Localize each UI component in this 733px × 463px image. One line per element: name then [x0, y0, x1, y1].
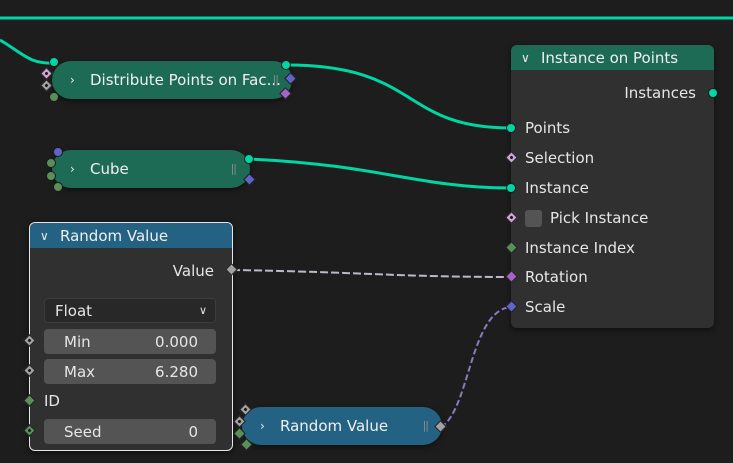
chevron-right-icon[interactable]: › [260, 419, 274, 433]
random-value-collapsed-title: Random Value [280, 417, 389, 435]
random-value-header[interactable]: ∨ Random Value [30, 223, 232, 248]
cube-title: Cube [90, 160, 129, 178]
instance-input-socket[interactable] [506, 183, 516, 193]
cube-vertices-x-input-socket[interactable] [46, 158, 56, 168]
instances-output-socket[interactable] [708, 88, 718, 98]
min-field[interactable]: Min 0.000 [44, 329, 216, 354]
input-instance-row: Instance [511, 176, 714, 200]
max-field[interactable]: Max 6.280 [44, 359, 216, 384]
min-label: Min [64, 332, 91, 351]
distribute-points-title: Distribute Points on Fac... [90, 71, 281, 89]
input-points-label: Points [525, 119, 571, 137]
link-group-input-to-distribute [0, 38, 55, 65]
output-instances-label: Instances [624, 84, 696, 102]
input-selection-label: Selection [525, 149, 595, 167]
distribute-seed-input-socket[interactable] [49, 92, 59, 102]
instance-on-points-title: Instance on Points [541, 48, 679, 67]
input-instance-index-row: Instance Index [511, 236, 714, 260]
points-input-socket[interactable] [506, 123, 516, 133]
distribute-points-output-socket[interactable] [281, 60, 291, 70]
chevron-down-icon[interactable]: ∨ [40, 229, 54, 243]
cube-node[interactable]: › Cube || [52, 150, 250, 188]
cube-size-input-socket[interactable] [53, 147, 63, 157]
seed-label: Seed [64, 422, 102, 441]
distribute-mesh-input-socket[interactable] [49, 57, 59, 67]
chevron-down-icon[interactable]: ∨ [521, 51, 535, 65]
grip-icon[interactable]: || [231, 162, 238, 175]
id-row: ID [30, 389, 232, 413]
distribute-points-node[interactable]: › Distribute Points on Fac... || [52, 61, 292, 99]
cube-vertices-y-input-socket[interactable] [46, 171, 56, 181]
random-value-node[interactable]: ∨ Random Value Value Float ∨ Min 0.000 M… [29, 222, 233, 451]
id-label: ID [44, 392, 60, 410]
random-value-title: Random Value [60, 226, 169, 245]
seed-value: 0 [188, 422, 198, 441]
random-value-output-row: Value [30, 259, 232, 283]
data-type-select[interactable]: Float ∨ [44, 298, 216, 323]
max-label: Max [64, 362, 96, 381]
cube-vertices-z-input-socket[interactable] [53, 182, 63, 192]
random-value-output-label: Value [172, 262, 214, 280]
cube-mesh-output-socket[interactable] [244, 154, 254, 164]
input-pick-instance-row: Pick Instance [511, 206, 714, 230]
input-rotation-row: Rotation [511, 265, 714, 289]
grip-icon[interactable]: || [273, 73, 280, 86]
input-rotation-label: Rotation [525, 268, 588, 286]
input-scale-label: Scale [525, 298, 566, 316]
grip-icon[interactable]: || [423, 419, 430, 432]
data-type-value: Float [55, 301, 93, 320]
input-selection-row: Selection [511, 146, 714, 170]
output-instances-row: Instances [511, 81, 714, 105]
seed-field[interactable]: Seed 0 [44, 419, 216, 444]
input-pick-instance-label: Pick Instance [550, 209, 649, 227]
input-instance-label: Instance [525, 179, 589, 197]
input-instance-index-label: Instance Index [525, 239, 635, 257]
instance-on-points-header[interactable]: ∨ Instance on Points [511, 45, 714, 70]
link-random-to-scale [440, 306, 512, 428]
random-value-collapsed-node[interactable]: › Random Value || [242, 407, 442, 445]
max-value: 6.280 [155, 362, 198, 381]
link-value-to-rotation [231, 269, 512, 278]
input-scale-row: Scale [511, 295, 714, 319]
min-value: 0.000 [155, 332, 198, 351]
link-distribute-to-points [286, 63, 512, 130]
chevron-right-icon[interactable]: › [70, 73, 84, 87]
chevron-down-icon: ∨ [198, 304, 207, 317]
input-points-row: Points [511, 116, 714, 140]
pick-instance-checkbox[interactable] [525, 209, 542, 227]
link-cube-to-instance [249, 157, 512, 190]
chevron-right-icon[interactable]: › [70, 162, 84, 176]
instance-on-points-node[interactable]: ∨ Instance on Points Instances Points Se… [511, 45, 714, 328]
